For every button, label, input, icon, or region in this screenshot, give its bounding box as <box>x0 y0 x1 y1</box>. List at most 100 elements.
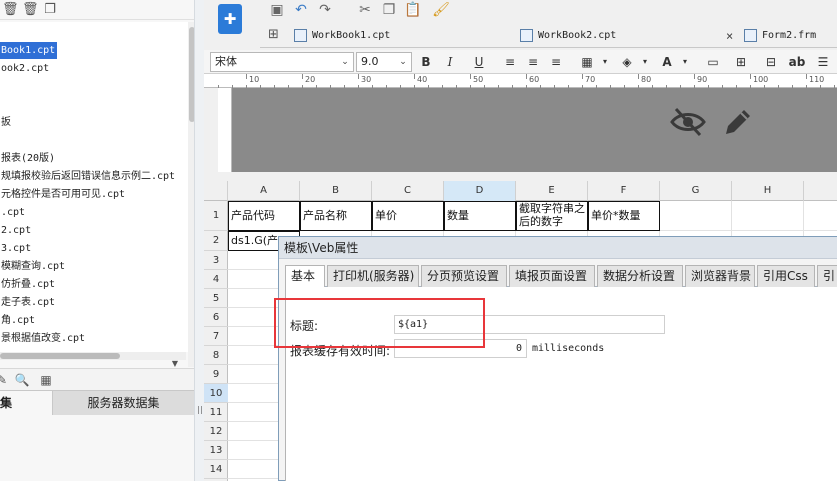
dialog-tab[interactable]: 数据分析设置 <box>597 265 683 287</box>
redo-icon[interactable]: ↷ <box>316 1 334 19</box>
edit-pencil-icon[interactable] <box>720 106 754 140</box>
dataset-icon[interactable]: ▦ <box>38 372 54 388</box>
table-cell[interactable]: 单价 <box>372 201 444 231</box>
table-cell[interactable]: 数量 <box>444 201 516 231</box>
grid-icon[interactable]: ⊞ <box>268 27 282 42</box>
dialog-tab[interactable]: 浏览器背景 <box>685 265 755 287</box>
tree-item[interactable]: ook2.cpt <box>0 60 49 77</box>
tree-item[interactable]: .cpt <box>0 204 25 221</box>
text-style-button[interactable]: ab <box>788 53 806 71</box>
chevron-down-icon[interactable]: ▾ <box>596 53 614 71</box>
panel-splitter[interactable]: || <box>194 0 204 481</box>
tree-item[interactable]: 扳 <box>0 114 11 131</box>
cut-icon[interactable]: ✂ <box>356 1 374 19</box>
tree-item[interactable]: 仿折叠.cpt <box>0 276 55 293</box>
row-header[interactable]: 4 <box>204 270 228 289</box>
row-header[interactable]: 1 <box>204 201 228 231</box>
row-header[interactable]: 12 <box>204 422 228 441</box>
trash-icon[interactable]: 🗑 <box>22 2 39 18</box>
row-header[interactable]: 2 <box>204 231 228 251</box>
tree-item[interactable] <box>0 78 1 95</box>
delete-icon[interactable]: 🗑 <box>2 2 19 18</box>
align-left-icon[interactable]: ≡ <box>501 53 519 71</box>
select-all-corner[interactable] <box>204 181 228 201</box>
underline-button[interactable]: U <box>470 53 488 71</box>
tree-item[interactable] <box>0 96 1 113</box>
border-icon[interactable]: ▦ <box>578 53 596 71</box>
app-logo-icon[interactable]: ✚ <box>218 4 242 34</box>
chevron-down-icon[interactable]: ⌄ <box>395 53 411 71</box>
font-select[interactable]: 宋体 ⌄ <box>210 52 354 72</box>
row-header[interactable]: 3 <box>204 251 228 270</box>
fill-color-icon[interactable]: ◈ <box>618 53 636 71</box>
tab-workbook2[interactable]: WorkBook2.cpt × <box>514 24 738 48</box>
save-icon[interactable]: ▣ <box>268 1 286 19</box>
cell-grid-icon[interactable]: ⊞ <box>732 53 750 71</box>
insert-icon[interactable]: ⊟ <box>762 53 780 71</box>
tree-item[interactable]: 景根据值改变.cpt <box>0 330 85 347</box>
dialog-tab[interactable]: 打印机(服务器) <box>327 265 419 287</box>
hide-eye-icon[interactable] <box>670 106 706 138</box>
column-header[interactable]: I <box>804 181 837 201</box>
tree-item[interactable]: 走子表.cpt <box>0 294 55 311</box>
tree-item[interactable]: 规填报校验后返回错误信息示例二.cpt <box>0 168 175 185</box>
dialog-tab[interactable]: 引用Css <box>757 265 815 287</box>
row-header[interactable]: 10 <box>204 384 228 403</box>
column-header[interactable]: A <box>228 181 300 201</box>
tab-workbook1[interactable]: WorkBook1.cpt × <box>288 24 534 48</box>
dialog-tab[interactable]: 分页预览设置 <box>421 265 507 287</box>
collapse-arrow-icon[interactable]: ▼ <box>168 360 182 368</box>
menu-icon[interactable]: ☰ <box>814 53 832 71</box>
font-color-icon[interactable]: A <box>658 53 676 71</box>
row-header[interactable]: 6 <box>204 308 228 327</box>
tree-item[interactable]: 模糊查询.cpt <box>0 258 65 275</box>
edit-icon[interactable]: ✎ <box>0 372 10 388</box>
table-cell[interactable]: 产品名称 <box>300 201 372 231</box>
close-icon[interactable]: × <box>726 24 733 48</box>
table-cell[interactable]: 截取字符串之后的数字 <box>516 201 588 231</box>
tree-item[interactable]: 角.cpt <box>0 312 35 329</box>
tree-item[interactable] <box>0 132 1 149</box>
tab-server-dataset[interactable]: 服务器数据集 <box>52 391 194 415</box>
tree-item[interactable]: 报表(20版) <box>0 150 55 167</box>
chevron-down-icon[interactable]: ▾ <box>636 53 654 71</box>
dialog-tab[interactable]: 填报页面设置 <box>509 265 595 287</box>
row-header[interactable]: 13 <box>204 441 228 460</box>
column-header[interactable]: C <box>372 181 444 201</box>
column-header[interactable]: E <box>516 181 588 201</box>
table-cell[interactable]: 产品代码 <box>228 201 300 231</box>
align-right-icon[interactable]: ≡ <box>547 53 565 71</box>
paste-icon[interactable]: 📋 <box>404 1 422 19</box>
row-header[interactable]: 8 <box>204 346 228 365</box>
tab-dataset[interactable]: 集 <box>0 391 52 415</box>
dialog-title[interactable]: 模板\Veb属性 <box>279 237 837 259</box>
column-header[interactable]: B <box>300 181 372 201</box>
tree-item[interactable]: 元格控件是否可用可见.cpt <box>0 186 125 203</box>
tree-horizontal-scrollbar[interactable] <box>0 352 186 360</box>
tree-item[interactable]: 2.cpt <box>0 222 31 239</box>
italic-button[interactable]: I <box>441 53 459 71</box>
font-size-select[interactable]: 9.0 ⌄ <box>356 52 412 72</box>
table-cell[interactable]: 单价*数量 <box>588 201 660 231</box>
format-painter-icon[interactable]: 🖌 <box>432 1 450 19</box>
column-header[interactable]: H <box>732 181 804 201</box>
chevron-down-icon[interactable]: ⌄ <box>337 53 353 71</box>
row-header[interactable]: 11 <box>204 403 228 422</box>
chevron-down-icon[interactable]: ▾ <box>676 53 694 71</box>
column-header[interactable]: D <box>444 181 516 201</box>
preview-icon[interactable]: 🔍 <box>14 372 30 388</box>
copy-icon[interactable]: ❐ <box>42 2 58 18</box>
column-header[interactable]: G <box>660 181 732 201</box>
tree-item[interactable]: 3.cpt <box>0 240 31 257</box>
tree-item[interactable]: Book1.cpt <box>0 42 58 59</box>
merge-cell-icon[interactable]: ▭ <box>704 53 722 71</box>
align-center-icon[interactable]: ≡ <box>524 53 542 71</box>
bold-button[interactable]: B <box>417 53 435 71</box>
dialog-tab[interactable]: 引 <box>817 265 837 287</box>
tab-form2[interactable]: Form2.frm <box>738 24 837 48</box>
dialog-tab[interactable]: 基本 <box>285 265 325 288</box>
splitter-grip-icon[interactable]: || <box>196 404 204 416</box>
undo-icon[interactable]: ↶ <box>292 1 310 19</box>
copy-icon[interactable]: ❐ <box>380 1 398 19</box>
row-header[interactable]: 7 <box>204 327 228 346</box>
